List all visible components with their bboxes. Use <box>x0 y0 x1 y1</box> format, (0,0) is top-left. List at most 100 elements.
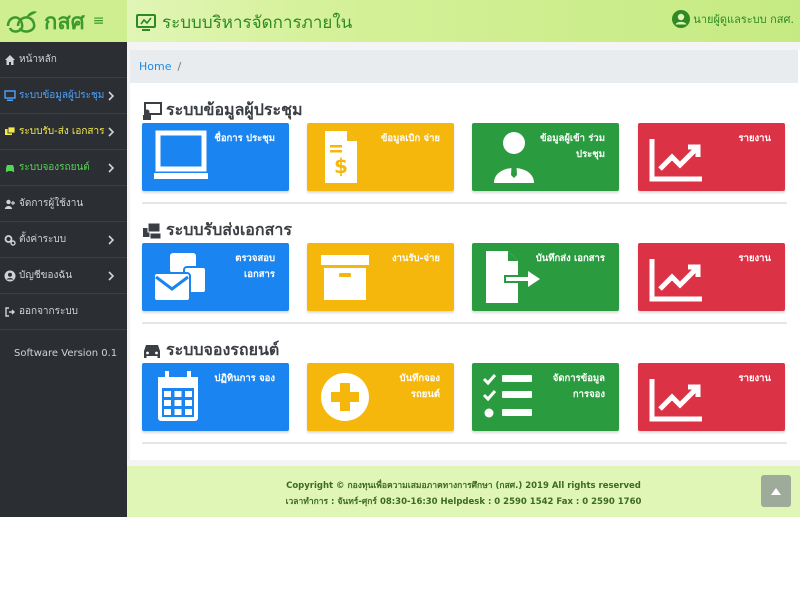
main-content: Home / ระบบข้อมูลผู้ประชุม ชื่อการ ประชุ… <box>127 42 800 517</box>
mail-bulk-icon <box>153 253 207 302</box>
sidebar-item-meeting[interactable]: ระบบข้อมูลผู้ประชุม <box>0 78 127 114</box>
sidebar-item-label: ระบบข้อมูลผู้ประชุม <box>19 90 105 101</box>
brand-name: กสศ <box>44 9 85 35</box>
section-title-car-booking: ระบบจองรถยนต์ <box>142 338 279 363</box>
brand[interactable]: กสศ ≡ <box>0 0 127 42</box>
sidebar-item-label: บัญชีของฉัน <box>19 270 73 281</box>
card-label: งานรับ-จ่าย <box>391 253 440 264</box>
documents-icon <box>143 222 162 239</box>
caret-up-icon <box>771 488 781 495</box>
plus-circle-icon <box>321 373 369 421</box>
breadcrumb-separator: / <box>177 60 182 73</box>
card-documents-report[interactable]: รายงาน <box>638 243 785 311</box>
card-booking-report[interactable]: รายงาน <box>638 363 785 431</box>
documents-icon <box>5 126 16 135</box>
card-meeting-report[interactable]: รายงาน <box>638 123 785 191</box>
top-header: กสศ ≡ ระบบบริหารจัดการภายใน นายผู้ดูแลระ… <box>0 0 800 42</box>
sidebar-item-logout[interactable]: ออกจากระบบ <box>0 294 127 330</box>
presentation-icon <box>4 89 16 101</box>
chart-line-icon <box>649 259 702 302</box>
sidebar-item-label: หน้าหลัก <box>19 54 57 65</box>
card-label: รายงาน <box>738 253 771 264</box>
car-icon <box>144 344 160 358</box>
logo-icon <box>6 11 37 33</box>
section-title-documents: ระบบรับส่งเอกสาร <box>142 218 292 243</box>
chevron-right-icon <box>108 271 115 281</box>
svg-text:$: $ <box>334 154 348 178</box>
section-divider <box>142 442 787 444</box>
user-name: นายผู้ดูแลระบบ กสศ. <box>693 13 794 26</box>
sidebar-item-label: ระบบรับ-ส่ง เอกสาร <box>19 126 105 137</box>
app-window: กสศ ≡ ระบบบริหารจัดการภายใน นายผู้ดูแลระ… <box>0 0 800 517</box>
chevron-right-icon <box>108 91 115 101</box>
chevron-right-icon <box>108 235 115 245</box>
section-title-text: ระบบข้อมูลผู้ประชุม <box>166 100 303 119</box>
menu-toggle-icon[interactable]: ≡ <box>93 13 105 29</box>
page-title-text: ระบบบริหารจัดการภายใน <box>162 13 353 33</box>
card-label: บันทึกจอง รถยนต์ <box>399 373 440 400</box>
tasks-icon <box>482 374 532 418</box>
sidebar-item-documents[interactable]: ระบบรับ-ส่ง เอกสาร <box>0 114 127 150</box>
page-title: ระบบบริหารจัดการภายใน <box>136 9 352 36</box>
breadcrumb-home-link[interactable]: Home <box>139 60 171 73</box>
user-circle-icon <box>672 10 691 28</box>
file-export-icon <box>486 251 540 303</box>
section-divider <box>142 322 787 324</box>
calendar-icon <box>158 371 198 421</box>
card-book-car[interactable]: บันทึกจอง รถยนต์ <box>307 363 454 431</box>
section-title-text: ระบบจองรถยนต์ <box>166 340 280 359</box>
monitor-icon <box>154 130 208 179</box>
sidebar-item-car-booking[interactable]: ระบบจองรถยนต์ <box>0 150 127 186</box>
card-label: ตรวจสอบ เอกสาร <box>235 253 275 280</box>
card-label: ปฏิทินการ จอง <box>214 373 275 384</box>
sidebar-item-settings[interactable]: ตั้งค่าระบบ <box>0 222 127 258</box>
card-meeting-name[interactable]: ชื่อการ ประชุม <box>142 123 289 191</box>
card-receive-dispatch[interactable]: งานรับ-จ่าย <box>307 243 454 311</box>
sidebar-item-label: ออกจากระบบ <box>19 306 79 317</box>
card-label: จัดการข้อมูล การจอง <box>552 373 605 400</box>
gears-icon <box>4 234 16 246</box>
card-label: ชื่อการ ประชุม <box>214 133 275 144</box>
user-circle-icon <box>4 270 16 281</box>
card-send-documents[interactable]: บันทึกส่ง เอกสาร <box>472 243 619 311</box>
card-label: ข้อมูลผู้เข้า ร่วมประชุม <box>540 133 605 160</box>
content-panel: Home / ระบบข้อมูลผู้ประชุม ชื่อการ ประชุ… <box>130 50 800 460</box>
card-label: ข้อมูลเบิก จ่าย <box>380 133 440 144</box>
card-disbursement[interactable]: $ ข้อมูลเบิก จ่าย <box>307 123 454 191</box>
section-title-text: ระบบรับส่งเอกสาร <box>166 220 292 239</box>
footer-contact: เวลาทำการ : จันทร์-ศุกร์ 08:30-16:30 Hel… <box>285 497 642 507</box>
sidebar: หน้าหลัก ระบบข้อมูลผู้ประชุม ระบบรับ-ส่ง… <box>0 42 127 517</box>
user-menu[interactable]: นายผู้ดูแลระบบ กสศ. <box>672 10 794 28</box>
sidebar-item-label: ระบบจองรถยนต์ <box>19 162 90 173</box>
chevron-right-icon <box>108 163 115 173</box>
presentation-icon <box>143 101 162 120</box>
chevron-right-icon <box>108 127 115 137</box>
footer-copyright: Copyright © กองทุนเพื่อความเสมอภาคทางการ… <box>286 481 641 491</box>
sidebar-item-label: จัดการผู้ใช้งาน <box>19 198 84 209</box>
sidebar-item-label: ตั้งค่าระบบ <box>19 234 67 245</box>
chart-line-icon <box>649 139 702 182</box>
breadcrumb: Home / <box>130 50 798 83</box>
home-icon <box>5 54 15 65</box>
archive-icon <box>321 255 369 300</box>
card-booking-calendar[interactable]: ปฏิทินการ จอง <box>142 363 289 431</box>
sidebar-item-home[interactable]: หน้าหลัก <box>0 42 127 78</box>
user-tie-icon <box>494 132 534 183</box>
card-label: บันทึกส่ง เอกสาร <box>535 253 605 264</box>
card-label: รายงาน <box>738 373 771 384</box>
card-label: รายงาน <box>738 133 771 144</box>
card-check-documents[interactable]: ตรวจสอบ เอกสาร <box>142 243 289 311</box>
software-version: Software Version 0.1 <box>14 348 118 359</box>
card-attendees[interactable]: ข้อมูลผู้เข้า ร่วมประชุม <box>472 123 619 191</box>
sidebar-item-my-account[interactable]: บัญชีของฉัน <box>0 258 127 294</box>
section-title-meeting: ระบบข้อมูลผู้ประชุม <box>142 98 303 123</box>
back-to-top-button[interactable] <box>761 475 791 507</box>
sign-out-icon <box>5 306 15 317</box>
sidebar-item-user-management[interactable]: จัดการผู้ใช้งาน <box>0 186 127 222</box>
card-manage-bookings[interactable]: จัดการข้อมูล การจอง <box>472 363 619 431</box>
chart-line-icon <box>649 379 702 422</box>
car-icon <box>6 164 14 172</box>
invoice-dollar-icon: $ <box>325 131 357 183</box>
section-divider <box>142 202 787 204</box>
presentation-icon <box>136 13 156 31</box>
